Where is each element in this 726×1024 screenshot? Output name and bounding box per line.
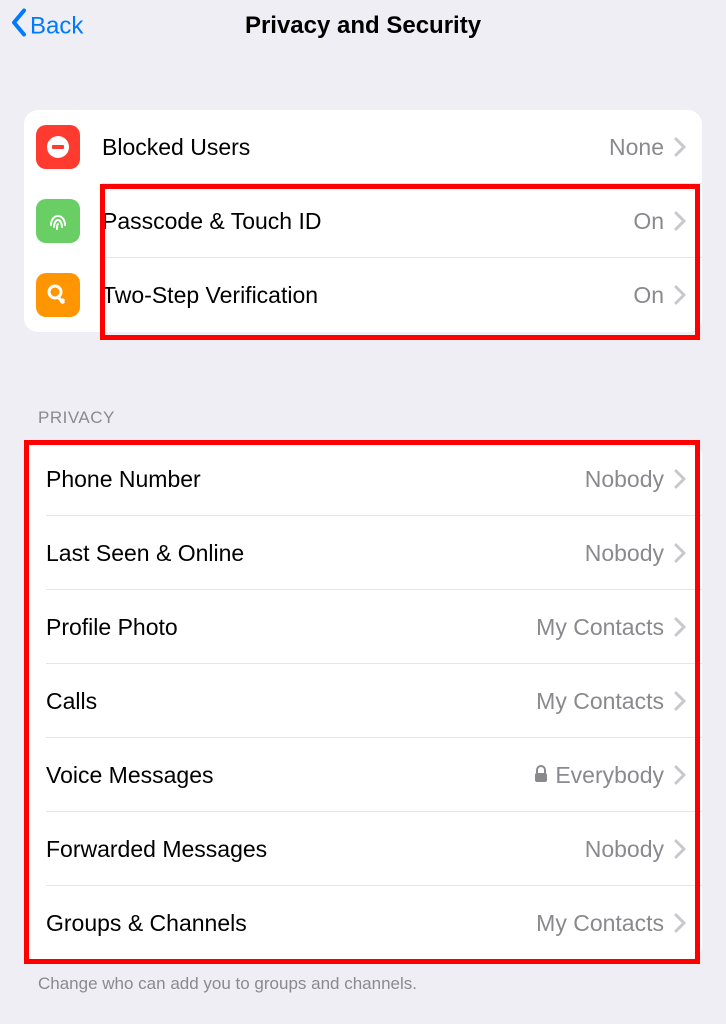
back-label: Back	[30, 12, 83, 40]
security-group: Blocked Users None Passcode & Touch ID O…	[0, 110, 726, 332]
chevron-right-icon	[674, 469, 686, 489]
calls-value: My Contacts	[536, 688, 664, 715]
profile-photo-label: Profile Photo	[46, 614, 536, 641]
chevron-right-icon	[674, 617, 686, 637]
phone-number-value: Nobody	[585, 466, 664, 493]
privacy-header: PRIVACY	[38, 408, 702, 428]
groups-channels-row[interactable]: Groups & Channels My Contacts	[24, 886, 702, 960]
voice-messages-value: Everybody	[533, 762, 664, 789]
chevron-right-icon	[674, 839, 686, 859]
chevron-right-icon	[674, 285, 686, 305]
twostep-row[interactable]: Two-Step Verification On	[24, 258, 702, 332]
back-button[interactable]: Back	[10, 8, 83, 45]
blocked-icon	[36, 125, 80, 169]
chevron-right-icon	[674, 691, 686, 711]
passcode-value: On	[633, 208, 664, 235]
forwarded-messages-label: Forwarded Messages	[46, 836, 585, 863]
blocked-users-value: None	[609, 134, 664, 161]
phone-number-label: Phone Number	[46, 466, 585, 493]
navbar: Back Privacy and Security	[0, 0, 726, 52]
privacy-footer: Change who can add you to groups and cha…	[38, 974, 702, 994]
forwarded-messages-value: Nobody	[585, 836, 664, 863]
passcode-row[interactable]: Passcode & Touch ID On	[24, 184, 702, 258]
chevron-left-icon	[10, 8, 30, 45]
groups-channels-label: Groups & Channels	[46, 910, 536, 937]
voice-messages-value-text: Everybody	[555, 762, 664, 789]
security-card: Blocked Users None Passcode & Touch ID O…	[24, 110, 702, 332]
blocked-users-row[interactable]: Blocked Users None	[24, 110, 702, 184]
forwarded-messages-row[interactable]: Forwarded Messages Nobody	[24, 812, 702, 886]
privacy-card: Phone Number Nobody Last Seen & Online N…	[24, 442, 702, 960]
chevron-right-icon	[674, 543, 686, 563]
profile-photo-row[interactable]: Profile Photo My Contacts	[24, 590, 702, 664]
lock-icon	[533, 762, 549, 789]
groups-channels-value: My Contacts	[536, 910, 664, 937]
page-title: Privacy and Security	[14, 12, 712, 40]
chevron-right-icon	[674, 211, 686, 231]
chevron-right-icon	[674, 913, 686, 933]
twostep-value: On	[633, 282, 664, 309]
passcode-label: Passcode & Touch ID	[102, 208, 633, 235]
twostep-label: Two-Step Verification	[102, 282, 633, 309]
chevron-right-icon	[674, 137, 686, 157]
calls-label: Calls	[46, 688, 536, 715]
privacy-group: PRIVACY Phone Number Nobody Last Seen & …	[0, 408, 726, 994]
phone-number-row[interactable]: Phone Number Nobody	[24, 442, 702, 516]
last-seen-label: Last Seen & Online	[46, 540, 585, 567]
profile-photo-value: My Contacts	[536, 614, 664, 641]
blocked-users-label: Blocked Users	[102, 134, 609, 161]
chevron-right-icon	[674, 765, 686, 785]
voice-messages-row[interactable]: Voice Messages Everybody	[24, 738, 702, 812]
fingerprint-icon	[36, 199, 80, 243]
last-seen-row[interactable]: Last Seen & Online Nobody	[24, 516, 702, 590]
calls-row[interactable]: Calls My Contacts	[24, 664, 702, 738]
last-seen-value: Nobody	[585, 540, 664, 567]
voice-messages-label: Voice Messages	[46, 762, 533, 789]
key-icon	[36, 273, 80, 317]
